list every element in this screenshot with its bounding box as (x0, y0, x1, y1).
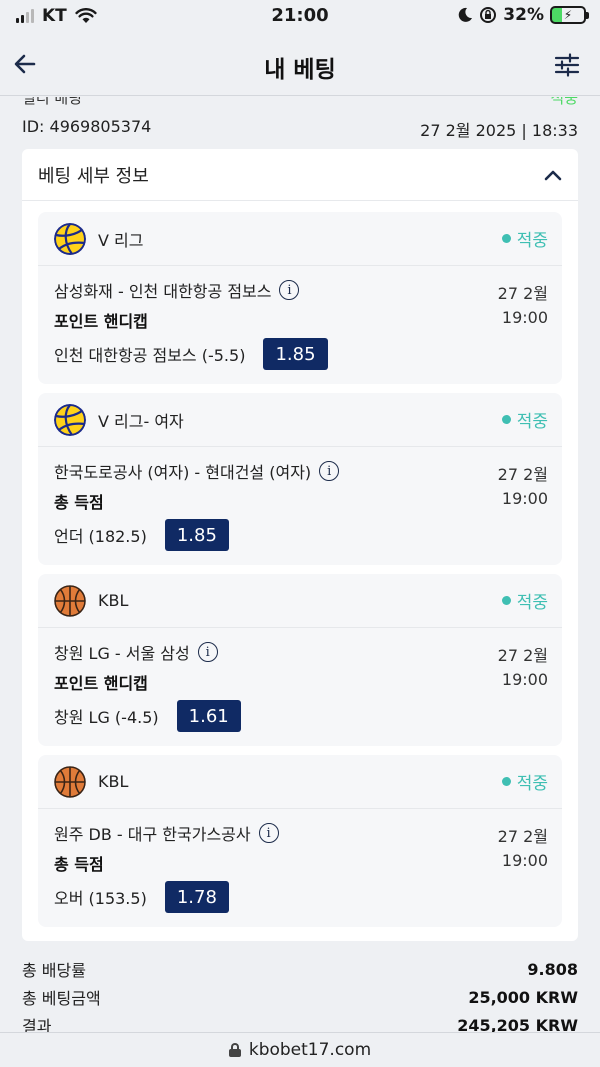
lock-icon (228, 1043, 241, 1057)
status-text: 적중 (516, 412, 548, 432)
basketball-icon (54, 584, 86, 617)
info-icon[interactable]: i (197, 642, 218, 662)
result-label: 결과 (22, 1017, 52, 1032)
bet-type-label: 멀티 배팅 (22, 97, 82, 107)
total-odds-value: 9.808 (527, 959, 578, 979)
match-name: 창원 LG - 서울 삼성 (54, 644, 190, 663)
info-icon[interactable]: i (258, 823, 279, 843)
odds-badge: 1.85 (164, 519, 229, 551)
bet-datetime: 27 2월 2025 | 18:33 (420, 121, 578, 140)
match-time: 19:00 (501, 308, 548, 327)
selection-name: 인천 대한항공 점보스 (-5.5) (54, 346, 246, 365)
bet-selection: V 리그- 여자 적중 한국도로공사 (여자) - 현대건설 (여자) i 총 득… (38, 393, 562, 565)
match-date: 27 2월 (497, 827, 548, 846)
status-text: 적중 (516, 593, 548, 613)
total-odds-label: 총 배당률 (22, 961, 86, 980)
match-time: 19:00 (501, 851, 548, 870)
match-name: 원주 DB - 대구 한국가스공사 (54, 825, 251, 844)
market-name: 총 득점 (54, 855, 104, 874)
battery-percent: 32% (503, 5, 544, 25)
market-name: 포인트 핸디캡 (54, 312, 148, 331)
moon-icon (459, 7, 473, 22)
match-time: 19:00 (501, 489, 548, 508)
status-badge: 적중 (501, 407, 548, 432)
bet-details-title: 베팅 세부 정보 (38, 165, 149, 187)
bet-selection: V 리그 적중 삼성화재 - 인천 대한항공 점보스 i 포인트 핸디캡 27 2… (38, 212, 562, 384)
bet-selection: KBL 적중 창원 LG - 서울 삼성 i 포인트 핸디캡 27 2월 19:0… (38, 574, 562, 746)
match-date: 27 2월 (497, 646, 548, 665)
bet-details-card: 베팅 세부 정보 V 리그 적중 삼성화재 - 인천 대한항공 점보스 i 포인트… (22, 149, 578, 941)
selection-name: 창원 LG (-4.5) (54, 708, 159, 727)
market-name: 총 득점 (54, 493, 104, 512)
match-time: 19:00 (501, 670, 548, 689)
selection-name: 오버 (153.5) (54, 889, 147, 908)
status-badge: 적중 (501, 769, 548, 794)
status-text: 적중 (516, 774, 548, 794)
app-header: 내 베팅 (0, 34, 600, 96)
status-dot (501, 234, 511, 243)
league-name: KBL (98, 772, 129, 791)
result-row: 결과 245,205 KRW (22, 1011, 578, 1033)
league-name: KBL (98, 591, 129, 610)
bet-selection: KBL 적중 원주 DB - 대구 한국가스공사 i 총 득점 27 2월 19:… (38, 755, 562, 927)
odds-badge: 1.61 (176, 700, 241, 732)
total-stake-row: 총 베팅금액 25,000 KRW (22, 983, 578, 1011)
league-name: V 리그 (98, 230, 144, 250)
match-date: 27 2월 (497, 465, 548, 484)
orientation-lock-icon (480, 7, 497, 23)
league-name: V 리그- 여자 (98, 411, 184, 431)
bet-details-toggle[interactable]: 베팅 세부 정보 (22, 149, 578, 201)
total-stake-label: 총 베팅금액 (22, 989, 101, 1008)
bet-summary: 총 배당률 9.808 총 베팅금액 25,000 KRW 결과 245,205… (22, 955, 578, 1033)
match-date: 27 2월 (497, 284, 548, 303)
volleyball-icon (54, 403, 86, 436)
odds-badge: 1.85 (263, 338, 328, 370)
status-dot (501, 777, 511, 786)
url-domain: kbobet17.com (248, 1040, 372, 1060)
volleyball-icon (54, 222, 86, 255)
result-value: 245,205 KRW (457, 1015, 578, 1033)
chevron-up-icon (544, 170, 562, 180)
basketball-icon (54, 765, 86, 798)
status-badge: 적중 (501, 226, 548, 251)
total-odds-row: 총 배당률 9.808 (22, 955, 578, 983)
battery-icon: ⚡ (550, 6, 589, 24)
status-badge: 적중 (501, 588, 548, 613)
bet-result-label: 적중 (550, 97, 578, 107)
info-icon[interactable]: i (279, 280, 300, 300)
page-title: 내 베팅 (264, 57, 336, 83)
match-name: 한국도로공사 (여자) - 현대건설 (여자) (54, 463, 312, 482)
bet-id: ID: 4969805374 (22, 117, 152, 136)
market-name: 포인트 핸디캡 (54, 674, 148, 693)
bet-detail-content[interactable]: 멀티 배팅 적중 ID: 4969805374 27 2월 2025 | 18:… (0, 97, 600, 1032)
info-icon[interactable]: i (319, 461, 340, 481)
filter-settings-button[interactable] (554, 52, 580, 78)
bet-id-row: ID: 4969805374 27 2월 2025 | 18:33 (22, 117, 578, 141)
odds-badge: 1.78 (164, 881, 229, 913)
status-bar: KT 21:00 32% ⚡ (0, 0, 600, 34)
status-dot (501, 415, 511, 424)
status-text: 적중 (516, 231, 548, 251)
match-name: 삼성화재 - 인천 대한항공 점보스 (54, 282, 272, 301)
browser-url-bar[interactable]: kbobet17.com (0, 1032, 600, 1067)
total-stake-value: 25,000 KRW (468, 987, 578, 1007)
status-right: 32% ⚡ (457, 5, 589, 25)
selection-name: 언더 (182.5) (54, 527, 147, 546)
bet-type-row: 멀티 배팅 적중 (22, 97, 578, 108)
status-dot (501, 596, 511, 605)
